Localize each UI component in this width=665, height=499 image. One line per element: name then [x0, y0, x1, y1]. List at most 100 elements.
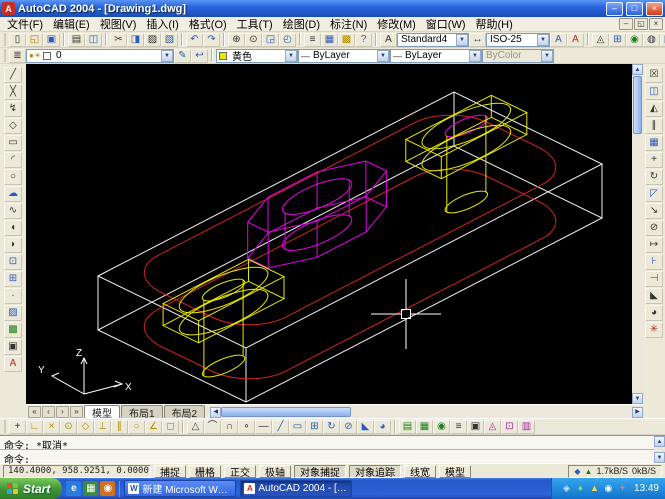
plot-button[interactable]: ▤	[68, 33, 85, 47]
rectangle-button[interactable]: ▭	[4, 135, 22, 151]
edit-trim-button[interactable]: ⊘	[340, 420, 357, 434]
show-desktop-icon[interactable]: ▦	[83, 481, 98, 496]
named-views-button[interactable]: ◬	[592, 33, 609, 47]
media-player-icon[interactable]: ◉	[100, 481, 115, 496]
distance-button[interactable]: ◍	[643, 33, 660, 47]
snap-endpoint-button[interactable]: ×	[43, 420, 60, 434]
menu-tools[interactable]: 工具(T)	[232, 16, 278, 32]
pan-button[interactable]: ⊕	[228, 33, 245, 47]
polygon-button[interactable]: ◇	[4, 118, 22, 134]
gradient-button[interactable]: ▩	[4, 322, 22, 338]
hide-button[interactable]: ⊡	[501, 420, 518, 434]
maximize-button[interactable]: □	[626, 2, 643, 16]
toggle-otrack[interactable]: 对象追踪	[349, 465, 401, 478]
3d-orbit-button[interactable]: ⊞	[609, 33, 626, 47]
text-style-combo[interactable]: Standard4 ▼	[397, 33, 469, 47]
render-view-button[interactable]: ▥	[518, 420, 535, 434]
menu-modify[interactable]: 修改(M)	[372, 16, 421, 32]
match-properties-button[interactable]: ▧	[161, 33, 178, 47]
tray-icon-5[interactable]: +	[617, 484, 628, 493]
circle-button[interactable]: ○	[4, 169, 22, 185]
ellipse-button[interactable]: ◖	[4, 220, 22, 236]
text-button[interactable]: A	[550, 33, 567, 47]
snap-from-button[interactable]: ∟	[26, 420, 43, 434]
chevron-down-icon[interactable]: ▼	[537, 34, 549, 46]
ellipse-arc-button[interactable]: ◗	[4, 237, 22, 253]
snap-quadrant-button[interactable]: ⌒	[204, 420, 221, 434]
redo-button[interactable]: ↷	[203, 33, 220, 47]
render-button[interactable]: ◉	[626, 33, 643, 47]
zoom-window-button[interactable]: ◲	[262, 33, 279, 47]
toggle-model-space[interactable]: 模型	[439, 465, 471, 478]
scroll-left-icon[interactable]: ◀	[210, 407, 221, 418]
area-button[interactable]: ▥	[660, 33, 665, 47]
menu-insert[interactable]: 插入(I)	[141, 16, 183, 32]
insert-block-button[interactable]: ⊡	[4, 254, 22, 270]
toggle-lineweight[interactable]: 线宽	[404, 465, 436, 478]
extend-button[interactable]: ↦	[645, 237, 663, 253]
spline-button[interactable]: ∿	[4, 203, 22, 219]
tray-icon-3[interactable]: ▲	[589, 484, 600, 493]
toggle-grid[interactable]: 栅格	[189, 465, 221, 478]
mirror-button[interactable]: ◭	[645, 101, 663, 117]
toggle-ortho[interactable]: 正交	[224, 465, 256, 478]
undo-button[interactable]: ↶	[186, 33, 203, 47]
chevron-down-icon[interactable]: ▼	[161, 50, 173, 62]
snap-parallel-button[interactable]: ∥	[111, 420, 128, 434]
snap-center-button[interactable]: ○	[128, 420, 145, 434]
autocad-app-icon[interactable]: A	[2, 2, 15, 15]
menu-help[interactable]: 帮助(H)	[471, 16, 518, 32]
horizontal-scroll-thumb[interactable]	[221, 407, 351, 417]
edit-chamfer-button[interactable]: ◣	[357, 420, 374, 434]
tab-last-button[interactable]: »	[70, 406, 83, 418]
taskbar-task-word[interactable]: W 新建 Microsoft Word ...	[124, 480, 236, 497]
trim-button[interactable]: ⊘	[645, 220, 663, 236]
chevron-down-icon[interactable]: ▼	[456, 34, 468, 46]
snap-node-button[interactable]: ◻	[162, 420, 179, 434]
tab-layout2[interactable]: 布局2	[164, 405, 206, 418]
scroll-down-icon[interactable]: ▼	[654, 452, 665, 463]
snap-perpendicular-button[interactable]: ⊥	[94, 420, 111, 434]
scale-button[interactable]: ◸	[645, 186, 663, 202]
toggle-osnap[interactable]: 对象捕捉	[294, 465, 346, 478]
dim-style-combo[interactable]: ISO-25 ▼	[486, 33, 550, 47]
edit-spline-button[interactable]: ▭	[289, 420, 306, 434]
toggle-polar[interactable]: 极轴	[259, 465, 291, 478]
region-button[interactable]: ▣	[4, 339, 22, 355]
menu-file[interactable]: 文件(F)	[2, 16, 48, 32]
scroll-up-icon[interactable]: ▲	[632, 64, 643, 75]
view-iso-button[interactable]: ◉	[433, 420, 450, 434]
layer-previous-button[interactable]: ↩	[191, 49, 208, 63]
minimize-button[interactable]: –	[606, 2, 623, 16]
revision-cloud-button[interactable]: ☁	[4, 186, 22, 202]
shade-button[interactable]: ◬	[484, 420, 501, 434]
break-at-point-button[interactable]: ⊦	[645, 254, 663, 270]
construction-line-button[interactable]: ╳	[4, 84, 22, 100]
edit-hatch-button[interactable]: ⊞	[306, 420, 323, 434]
copy-object-button[interactable]: ◫	[645, 84, 663, 100]
chevron-down-icon[interactable]: ▼	[469, 50, 481, 62]
toggle-snap[interactable]: 捕捉	[154, 465, 186, 478]
scroll-up-icon[interactable]: ▲	[654, 436, 665, 447]
named-ucs-button[interactable]: ▣	[467, 420, 484, 434]
multiline-text-button[interactable]: A	[4, 356, 22, 372]
layer-freeze-icon[interactable]: ☀	[34, 51, 41, 60]
polyline-button[interactable]: ↯	[4, 101, 22, 117]
view-front-button[interactable]: ▦	[416, 420, 433, 434]
mdi-close-button[interactable]: ×	[649, 18, 663, 30]
menu-edit[interactable]: 编辑(E)	[48, 16, 95, 32]
erase-button[interactable]: ☒	[645, 67, 663, 83]
open-button[interactable]: ◱	[26, 33, 43, 47]
make-layer-current-button[interactable]: ✎	[174, 49, 191, 63]
make-block-button[interactable]: ⊞	[4, 271, 22, 287]
chamfer-button[interactable]: ◣	[645, 288, 663, 304]
menu-view[interactable]: 视图(V)	[95, 16, 142, 32]
internet-explorer-icon[interactable]: e	[66, 481, 81, 496]
start-button[interactable]: Start	[0, 478, 62, 499]
array-button[interactable]: ▦	[645, 135, 663, 151]
mdi-minimize-button[interactable]: –	[619, 18, 633, 30]
break-button[interactable]: ⊣	[645, 271, 663, 287]
scroll-right-icon[interactable]: ▶	[632, 407, 643, 418]
mtext-button[interactable]: A	[567, 33, 584, 47]
tab-previous-button[interactable]: ‹	[42, 406, 55, 418]
